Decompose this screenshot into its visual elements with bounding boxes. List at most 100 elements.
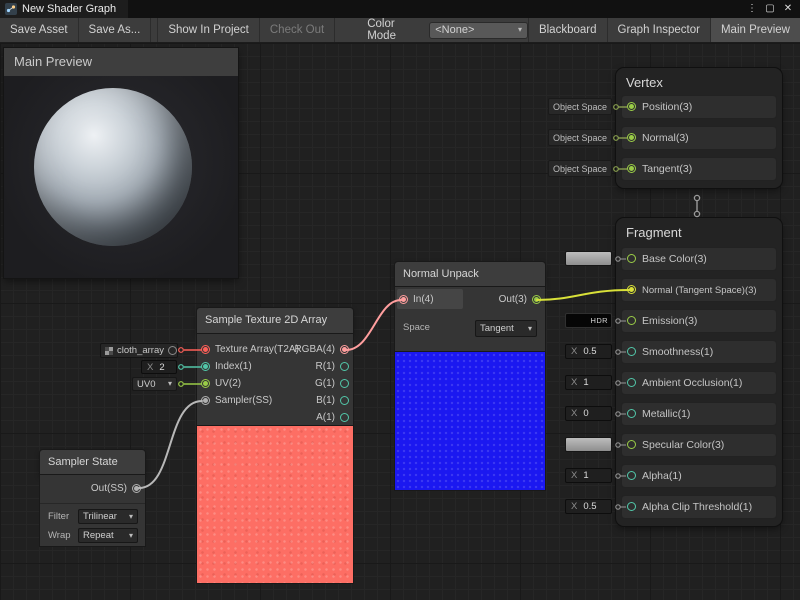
smoothness-field[interactable]: X 0.5 — [565, 344, 612, 359]
port-specular-color[interactable] — [627, 440, 636, 449]
port-normal-tangent-space[interactable] — [627, 285, 636, 294]
vertex-row-tangent[interactable]: Tangent(3) — [622, 158, 776, 180]
port-label: Out(3) — [499, 294, 527, 305]
fragment-row-emission[interactable]: Emission(3) — [622, 310, 776, 332]
close-icon[interactable]: ✕ — [781, 0, 795, 18]
fragment-row-smoothness[interactable]: Smoothness(1) — [622, 341, 776, 363]
base-color-swatch[interactable] — [565, 251, 612, 266]
port-tangent[interactable] — [627, 164, 636, 173]
maximize-icon[interactable]: ▢ — [763, 0, 777, 18]
port-metallic[interactable] — [627, 409, 636, 418]
show-in-project-button[interactable]: Show In Project — [157, 18, 260, 42]
wrap-dropdown[interactable]: Repeat ▾ — [78, 528, 138, 543]
output-row: RGBA(4) — [290, 341, 353, 358]
fragment-row-specular-color[interactable]: Specular Color(3) — [622, 434, 776, 456]
vertex-row-normal[interactable]: Normal(3) — [622, 127, 776, 149]
port-b-output[interactable] — [340, 396, 349, 405]
wrap-label: Wrap — [48, 530, 71, 541]
fragment-row-normal[interactable]: Normal (Tangent Space)(3) — [622, 279, 776, 301]
main-preview-viewport[interactable] — [4, 76, 238, 278]
alpha-field[interactable]: X 1 — [565, 468, 612, 483]
port-index-input[interactable] — [201, 362, 210, 371]
fragment-row-alpha[interactable]: Alpha(1) — [622, 465, 776, 487]
output-row: Out(3) — [495, 291, 545, 308]
port-smoothness[interactable] — [627, 347, 636, 356]
port-in-input[interactable] — [399, 295, 408, 304]
check-out-button: Check Out — [260, 18, 335, 42]
vertex-block-title: Vertex — [626, 75, 663, 90]
port-rgba-output[interactable] — [340, 345, 349, 354]
main-preview-header[interactable]: Main Preview — [4, 48, 238, 76]
specular-color-swatch[interactable] — [565, 437, 612, 452]
fragment-row-alpha-clip[interactable]: Alpha Clip Threshold(1) — [622, 496, 776, 518]
port-base-color[interactable] — [627, 254, 636, 263]
row-label: Position(3) — [642, 101, 692, 113]
port-out-output[interactable] — [532, 295, 541, 304]
port-position[interactable] — [627, 102, 636, 111]
space-dropdown[interactable]: Tangent ▾ — [475, 320, 537, 337]
row-label: Smoothness(1) — [642, 346, 713, 358]
port-g-output[interactable] — [340, 379, 349, 388]
filter-value: Trilinear — [83, 511, 117, 522]
graph-inspector-toggle[interactable]: Graph Inspector — [607, 18, 710, 42]
save-asset-button[interactable]: Save Asset — [0, 18, 79, 42]
object-space-tag[interactable]: Object Space — [548, 160, 612, 177]
chevron-down-icon: ▾ — [528, 325, 532, 333]
title-bar: New Shader Graph ⋮ ▢ ✕ — [0, 0, 800, 18]
x-label: X — [571, 346, 577, 357]
blackboard-toggle[interactable]: Blackboard — [528, 18, 607, 42]
uv-channel-dropdown[interactable]: UV0 ▾ — [132, 377, 177, 391]
chevron-down-icon: ▾ — [129, 532, 133, 540]
port-sampler-input[interactable] — [201, 396, 210, 405]
object-picker-icon[interactable] — [168, 346, 177, 355]
ambient-occlusion-field[interactable]: X 1 — [565, 375, 612, 390]
row-label: Specular Color(3) — [642, 439, 724, 451]
normal-unpack-node-header[interactable]: Normal Unpack — [395, 262, 545, 287]
port-ambient-occlusion[interactable] — [627, 378, 636, 387]
fragment-row-ambient-occlusion[interactable]: Ambient Occlusion(1) — [622, 372, 776, 394]
color-mode-dropdown[interactable]: <None> ▾ — [429, 22, 528, 39]
fragment-block[interactable]: Fragment Base Color(3) Normal (Tangent S… — [616, 218, 782, 526]
main-preview-toggle[interactable]: Main Preview — [710, 18, 800, 42]
emission-hdr-swatch[interactable]: HDR — [565, 313, 612, 328]
fragment-row-base-color[interactable]: Base Color(3) — [622, 248, 776, 270]
alpha-clip-value: 0.5 — [583, 501, 596, 512]
port-a-output[interactable] — [340, 413, 349, 422]
port-normal[interactable] — [627, 133, 636, 142]
vertex-block[interactable]: Vertex Position(3) Normal(3) Tangent(3) — [616, 68, 782, 188]
filter-row: Filter — [44, 508, 73, 525]
port-emission[interactable] — [627, 316, 636, 325]
port-alpha[interactable] — [627, 471, 636, 480]
port-alpha-clip-threshold[interactable] — [627, 502, 636, 511]
space-row: Space — [399, 319, 434, 336]
port-r-output[interactable] — [340, 362, 349, 371]
port-label: RGBA(4) — [294, 344, 335, 355]
tag-label: Object Space — [553, 164, 607, 174]
filter-dropdown[interactable]: Trilinear ▾ — [78, 509, 138, 524]
port-texture-array-input[interactable] — [201, 345, 210, 354]
metallic-field[interactable]: X 0 — [565, 406, 612, 421]
texture-asset-field[interactable]: cloth_array — [100, 343, 178, 358]
document-tab[interactable]: New Shader Graph — [0, 0, 128, 18]
row-label: Alpha Clip Threshold(1) — [642, 501, 752, 513]
port-sampler-out[interactable] — [132, 484, 141, 493]
fragment-row-metallic[interactable]: Metallic(1) — [622, 403, 776, 425]
menu-icon[interactable]: ⋮ — [745, 0, 759, 18]
alpha-clip-field[interactable]: X 0.5 — [565, 499, 612, 514]
save-as-button[interactable]: Save As... — [79, 18, 152, 42]
chevron-down-icon: ▾ — [518, 26, 522, 34]
filter-label: Filter — [48, 511, 69, 522]
chevron-down-icon: ▾ — [129, 513, 133, 521]
port-label: Texture Array(T2A) — [215, 344, 299, 355]
port-label: G(1) — [315, 378, 335, 389]
object-space-tag[interactable]: Object Space — [548, 98, 612, 115]
port-uv-input[interactable] — [201, 379, 210, 388]
sampler-state-node-header[interactable]: Sampler State — [40, 450, 145, 475]
color-mode-value: <None> — [435, 24, 474, 36]
x-label: X — [571, 501, 577, 512]
sample-texture-node-header[interactable]: Sample Texture 2D Array — [197, 308, 353, 333]
object-space-tag[interactable]: Object Space — [548, 129, 612, 146]
index-value-field[interactable]: X 2 — [141, 360, 177, 374]
vertex-row-position[interactable]: Position(3) — [622, 96, 776, 118]
row-label: Alpha(1) — [642, 470, 682, 482]
